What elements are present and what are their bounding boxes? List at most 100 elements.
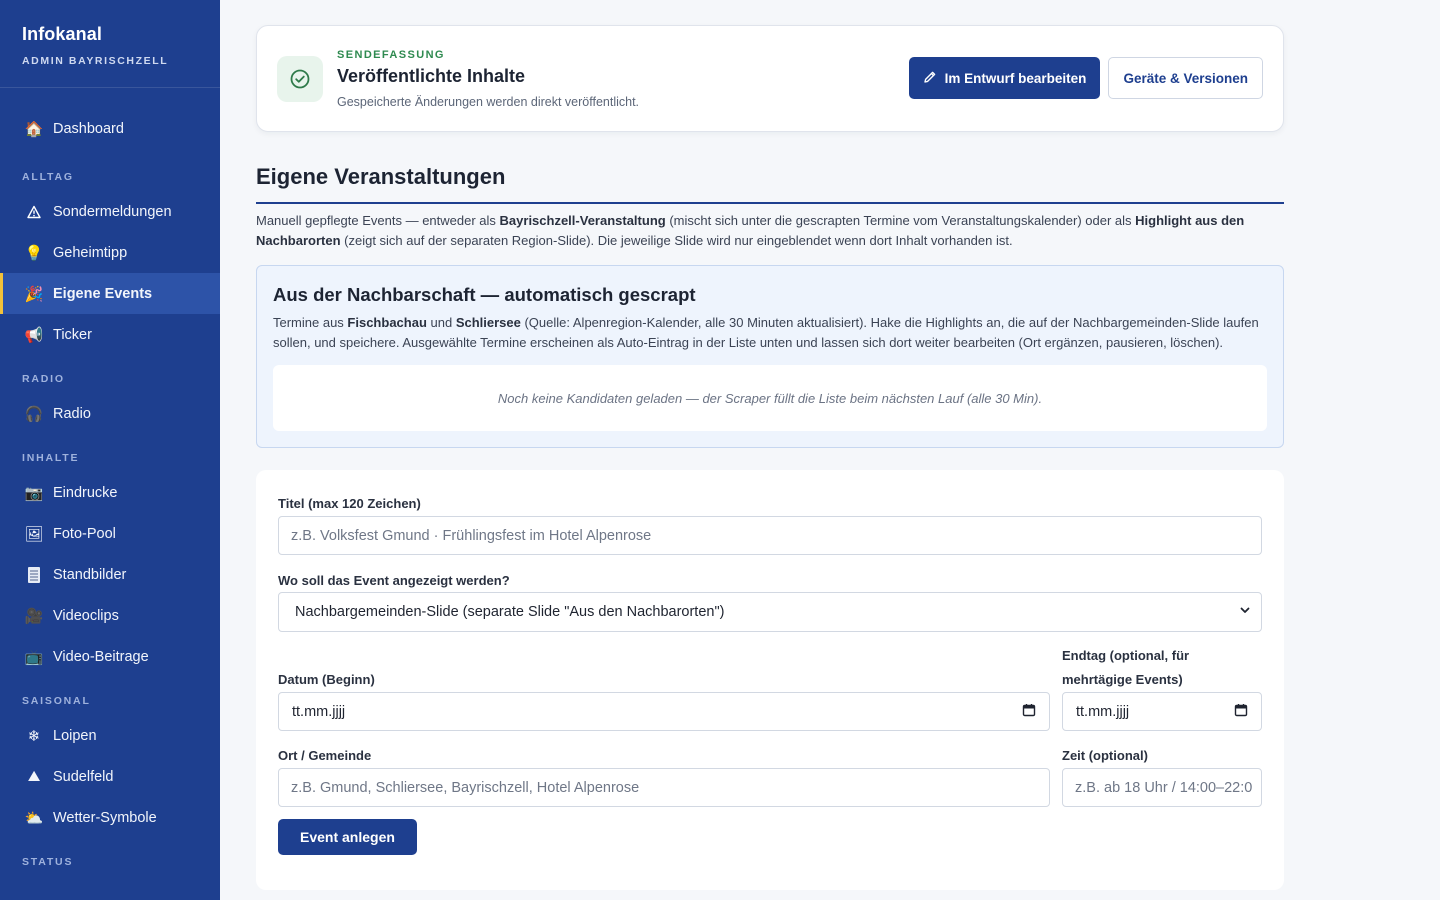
publish-status-card: SENDEFASSUNG Veröffentlichte Inhalte Ges… (256, 25, 1284, 132)
tv-icon: 📺 (24, 648, 44, 666)
date-field-group: Datum (Beginn) tt.mm.jjjj (278, 644, 1050, 731)
desc-part: und (426, 315, 456, 330)
cloud-sun-icon: ⛅ (24, 809, 44, 827)
edit-draft-button[interactable]: Im Entwurf bearbeiten (908, 57, 1101, 99)
sidebar-item-label: Eigene Events (53, 285, 153, 302)
sidebar-item-label: Standbilder (53, 566, 127, 583)
headphones-icon: 🎧 (24, 405, 44, 423)
sidebar-item-dashboard[interactable]: 🏠 Dashboard (0, 108, 220, 149)
event-form: Titel (max 120 Zeichen) z.B. Volksfest G… (256, 470, 1284, 890)
sidebar-item-eigene-events[interactable]: 🎉 Eigene Events (0, 273, 220, 314)
sidebar-item-label: Videoclips (53, 607, 119, 624)
empty-state-message: Noch keine Kandidaten geladen — der Scra… (273, 365, 1267, 431)
enddate-input[interactable]: tt.mm.jjjj (1062, 692, 1262, 731)
desc-bold: Fischbachau (347, 315, 427, 330)
place-row: Ort / Gemeinde z.B. Gmund, Schliersee, B… (278, 748, 1262, 807)
title-label: Titel (max 120 Zeichen) (278, 496, 421, 511)
sidebar: Infokanal ADMIN BAYRISCHZELL 🏠 Dashboard… (0, 0, 220, 900)
nav-section-inhalte: INHALTE (22, 452, 80, 464)
place-input[interactable]: z.B. Gmund, Schliersee, Bayrischzell, Ho… (278, 768, 1050, 807)
sidebar-item-label: Loipen (53, 727, 97, 744)
sidebar-item-eindrucke[interactable]: 📷 Eindrucke (0, 472, 220, 513)
date-row: Datum (Beginn) tt.mm.jjjj Endtag (option… (278, 644, 1262, 731)
sidebar-item-label: Eindrucke (53, 484, 118, 501)
nav-section-radio: RADIO (22, 373, 65, 385)
where-selected-value: Nachbargemeinden-Slide (separate Slide "… (295, 604, 725, 620)
chevron-down-icon (1239, 604, 1251, 620)
edit-draft-label: Im Entwurf bearbeiten (944, 70, 1087, 86)
section-description: Manuell gepflegte Events — entweder als … (256, 211, 1284, 251)
place-field-group: Ort / Gemeinde z.B. Gmund, Schliersee, B… (278, 748, 1050, 807)
calendar-icon (1234, 703, 1248, 721)
sidebar-item-label: Wetter-Symbole (53, 809, 157, 826)
desc-part: (zeigt sich auf der separaten Region-Sli… (340, 233, 1013, 248)
scrape-title: Aus der Nachbarschaft — automatisch gesc… (273, 284, 696, 305)
sidebar-item-loipen[interactable]: ❄ Loipen (0, 715, 220, 756)
party-popper-icon: 🎉 (24, 285, 44, 303)
megaphone-icon: 📢 (24, 326, 44, 344)
pencil-icon (923, 70, 937, 87)
title-input[interactable]: z.B. Volksfest Gmund · Frühlingsfest im … (278, 516, 1262, 555)
devices-versions-button[interactable]: Geräte & Versionen (1108, 57, 1263, 99)
house-icon: 🏠 (24, 120, 44, 138)
calendar-icon (1022, 703, 1036, 721)
desc-part: (mischt sich unter die gescrapten Termin… (665, 213, 1136, 228)
sidebar-item-ticker[interactable]: 📢 Ticker (0, 314, 220, 355)
enddate-label: Endtag (optional, für mehrtägige Events) (1062, 648, 1190, 687)
status-description: Gespeicherte Änderungen werden direkt ve… (337, 94, 640, 109)
page-title: Eigene Veranstaltungen (256, 164, 1284, 204)
date-label: Datum (Beginn) (278, 672, 375, 687)
sidebar-nav: 🏠 Dashboard ALLTAG Sondermeldungen 💡 Geh… (0, 88, 220, 868)
picture-icon: 🖼 (24, 525, 44, 543)
brand: Infokanal ADMIN BAYRISCHZELL (0, 0, 220, 88)
sidebar-item-label: Ticker (53, 326, 92, 343)
sidebar-item-radio[interactable]: 🎧 Radio (0, 393, 220, 434)
content-column: SENDEFASSUNG Veröffentlichte Inhalte Ges… (256, 25, 1284, 890)
sidebar-item-label: Radio (53, 405, 91, 422)
snowflake-icon: ❄ (27, 727, 41, 745)
sidebar-item-foto-pool[interactable]: 🖼 Foto-Pool (0, 513, 220, 554)
where-select[interactable]: Nachbargemeinden-Slide (separate Slide "… (278, 592, 1262, 632)
app-subtitle: ADMIN BAYRISCHZELL (22, 55, 169, 67)
status-text: SENDEFASSUNG Veröffentlichte Inhalte Ges… (337, 49, 639, 109)
status-eyebrow: SENDEFASSUNG (337, 48, 445, 61)
sidebar-item-geheimtipp[interactable]: 💡 Geheimtipp (0, 232, 220, 273)
enddate-field-group: Endtag (optional, für mehrtägige Events)… (1062, 644, 1262, 731)
sidebar-item-label: Geheimtipp (53, 244, 128, 261)
nav-section-saisonal: SAISONAL (22, 695, 91, 707)
main-content: SENDEFASSUNG Veröffentlichte Inhalte Ges… (220, 0, 1440, 900)
app-title: Infokanal (22, 24, 102, 44)
status-actions: Im Entwurf bearbeiten Geräte & Versionen (908, 57, 1263, 99)
time-input[interactable]: z.B. ab 18 Uhr / 14:00–22:0 (1062, 768, 1262, 807)
sidebar-item-label: Sondermeldungen (53, 203, 172, 220)
date-input[interactable]: tt.mm.jjjj (278, 692, 1050, 731)
scrape-description: Termine aus Fischbachau und Schliersee (… (273, 313, 1267, 353)
desc-bold: Schliersee (455, 315, 521, 330)
lightbulb-icon: 💡 (24, 244, 44, 262)
sidebar-item-label: Foto-Pool (53, 525, 116, 542)
sidebar-item-label: Sudelfeld (53, 768, 114, 785)
sidebar-item-video-beitrage[interactable]: 📺 Video-Beitrage (0, 636, 220, 677)
sidebar-item-sudelfeld[interactable]: ⛰ Sudelfeld (0, 756, 220, 797)
where-label: Wo soll das Event angezeigt werden? (278, 573, 510, 588)
create-event-button[interactable]: Event anlegen (278, 819, 417, 855)
camera-icon: 📷 (24, 484, 44, 502)
desc-bold: Bayrischzell-Veranstaltung (499, 213, 666, 228)
sidebar-item-standbilder[interactable]: Standbilder (0, 554, 220, 595)
nav-section-alltag: ALLTAG (22, 171, 74, 183)
place-label: Ort / Gemeinde (278, 748, 372, 763)
time-field-group: Zeit (optional) z.B. ab 18 Uhr / 14:00–2… (1062, 748, 1262, 807)
film-icon: 🎥 (24, 607, 44, 625)
sidebar-item-sondermeldungen[interactable]: Sondermeldungen (0, 191, 220, 232)
mountain-icon: ⛰ (27, 768, 41, 785)
sidebar-item-wetter-symbole[interactable]: ⛅ Wetter-Symbole (0, 797, 220, 838)
sidebar-item-videoclips[interactable]: 🎥 Videoclips (0, 595, 220, 636)
check-circle-icon (277, 55, 323, 102)
date-placeholder: tt.mm.jjjj (292, 703, 346, 720)
warning-icon (24, 202, 44, 222)
sidebar-item-label: Dashboard (53, 120, 124, 137)
scraped-events-panel: Aus der Nachbarschaft — automatisch gesc… (256, 265, 1284, 448)
nav-section-status: STATUS (22, 856, 74, 868)
enddate-placeholder: tt.mm.jjjj (1076, 703, 1130, 720)
sidebar-item-label: Video-Beitrage (53, 648, 149, 665)
